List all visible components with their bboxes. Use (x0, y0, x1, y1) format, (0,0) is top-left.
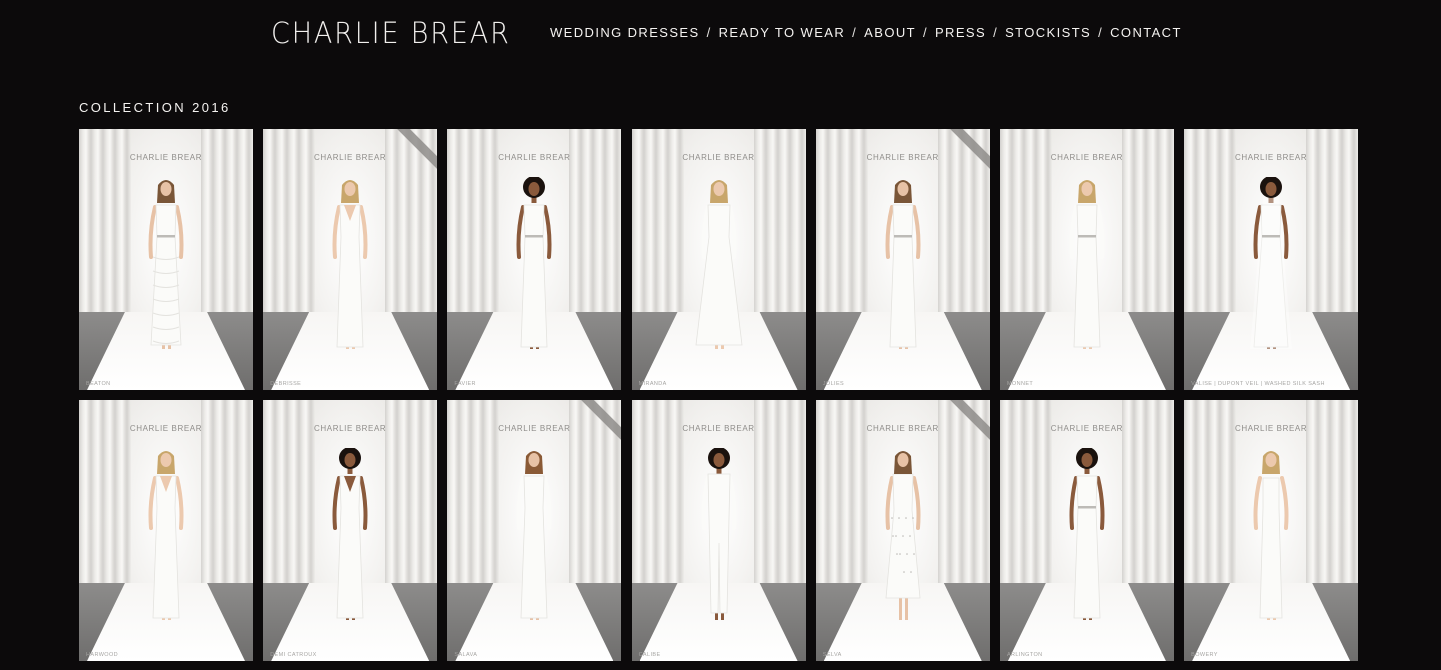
backdrop-sign: CHARLIE BREAR (866, 153, 939, 162)
nav-separator: / (852, 25, 858, 40)
gallery-tile[interactable]: CHARLIE BREAR MIRANDA (631, 129, 806, 390)
backdrop-sign: CHARLIE BREAR (129, 424, 203, 433)
nav-separator: / (706, 25, 712, 40)
backdrop-sign: CHARLIE BREAR (1234, 153, 1308, 162)
tile-caption: DEBRISSE (270, 381, 302, 387)
model-figure (1069, 180, 1105, 349)
tile-caption: HARWOOD (86, 652, 119, 658)
model-figure (695, 180, 743, 349)
nav-separator: / (1098, 25, 1104, 40)
gallery-tile[interactable]: CHARLIE BREAR SALAVA (447, 400, 622, 661)
nav-contact[interactable]: CONTACT (1110, 26, 1182, 40)
model-figure (1069, 448, 1105, 620)
gallery-tile[interactable]: CHARLIE BREAR BEATON (79, 129, 253, 390)
tile-caption: VALISE | DUPONT VEIL | WASHED SILK SASH (1191, 381, 1325, 387)
gallery-tile[interactable]: CHARLIE BREAR ARLINGTON (999, 400, 1174, 661)
model-figure (516, 177, 552, 349)
gallery-tile[interactable]: CHARLIE BREAR SELVA (815, 400, 990, 661)
model-figure (1250, 177, 1293, 349)
backdrop-sign: CHARLIE BREAR (314, 424, 387, 433)
tile-caption: BEATON (86, 381, 111, 387)
backdrop-sign: CHARLIE BREAR (1234, 424, 1308, 433)
model-figure (885, 180, 921, 349)
gallery-tile[interactable]: CHARLIE BREAR JOLIES (815, 129, 990, 390)
gallery-tile[interactable]: CHARLIE BREAR DEBRISSE (263, 129, 438, 390)
backdrop-sign: CHARLIE BREAR (498, 153, 571, 162)
backdrop-sign: CHARLIE BREAR (129, 153, 203, 162)
nav-separator: / (993, 25, 999, 40)
gallery-tile[interactable]: CHARLIE BREAR FAVIER (447, 129, 622, 390)
tile-caption: FAVIER (454, 381, 476, 387)
nav-wedding-dresses[interactable]: WEDDING DRESSES (550, 26, 700, 40)
collection-title: COLLECTION 2016 (79, 100, 231, 115)
tile-caption: SALAVA (454, 652, 478, 658)
gallery-tile[interactable]: CHARLIE BREAR CALIBE (631, 400, 806, 661)
model-figure (332, 180, 368, 349)
nav-ready-to-wear[interactable]: READY TO WEAR (719, 26, 846, 40)
gallery-tile[interactable]: CHARLIE BREAR MONNET (999, 129, 1174, 390)
nav-about[interactable]: ABOUT (864, 26, 916, 40)
tile-caption: JOLIES (822, 381, 845, 387)
tile-caption: DEMI CATROUX (270, 652, 317, 658)
backdrop-sign: CHARLIE BREAR (314, 153, 387, 162)
backdrop-sign: CHARLIE BREAR (1050, 153, 1124, 162)
backdrop-sign: CHARLIE BREAR (1050, 424, 1124, 433)
model-figure (1253, 451, 1289, 620)
gallery-tile[interactable]: CHARLIE BREAR DEMI CATROUX (263, 400, 438, 661)
gallery-tile[interactable]: CHARLIE BREAR BOWERY (1184, 400, 1359, 661)
backdrop-sign: CHARLIE BREAR (866, 424, 939, 433)
tile-caption: CALIBE (638, 652, 661, 658)
backdrop-sign: CHARLIE BREAR (498, 424, 571, 433)
gallery-tile[interactable]: CHARLIE BREAR HARWOOD (79, 400, 253, 661)
main-nav: WEDDING DRESSES / READY TO WEAR / ABOUT … (550, 26, 1182, 40)
tile-caption: ARLINGTON (1006, 652, 1043, 658)
model-figure (516, 451, 552, 620)
model-figure (701, 448, 737, 620)
model-figure (885, 451, 921, 620)
nav-stockists[interactable]: STOCKISTS (1005, 26, 1091, 40)
backdrop-sign: CHARLIE BREAR (682, 424, 755, 433)
backdrop-sign: CHARLIE BREAR (682, 153, 755, 162)
tile-caption: MONNET (1006, 381, 1034, 387)
tile-caption: BOWERY (1191, 652, 1218, 658)
site-logo[interactable]: CHARLIE BREAR (271, 15, 511, 51)
tile-caption: MIRANDA (638, 381, 667, 387)
model-figure (332, 448, 368, 620)
tile-caption: SELVA (822, 652, 842, 658)
gallery-tile[interactable]: CHARLIE BREAR VALISE | DUPONT VEIL | WASH… (1184, 129, 1359, 390)
model-figure (148, 180, 184, 349)
collection-grid: CHARLIE BREAR BEATON CHARLIE BREAR DEBRISSE… (79, 129, 1360, 661)
model-figure (148, 451, 184, 620)
nav-press[interactable]: PRESS (935, 26, 986, 40)
nav-separator: / (922, 25, 928, 40)
page: CHARLIE BREAR WEDDING DRESSES / READY TO… (0, 0, 1441, 670)
